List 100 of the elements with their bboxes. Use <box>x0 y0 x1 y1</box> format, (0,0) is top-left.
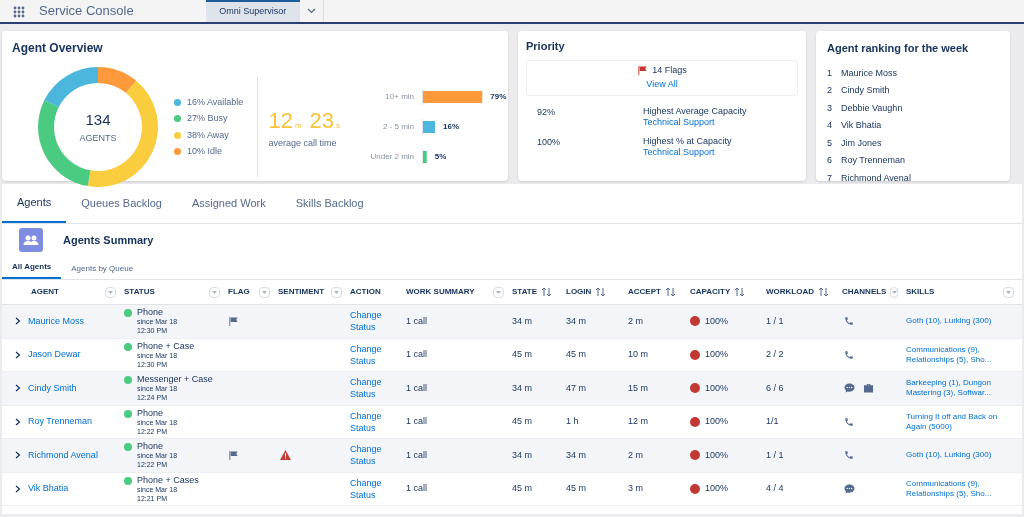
expand-chevron-icon[interactable] <box>15 317 21 326</box>
table-cell-text: 1 call <box>406 314 428 328</box>
stat-value: 92% <box>536 105 556 119</box>
rank-number: 1 <box>827 66 833 80</box>
sort-icon[interactable] <box>818 287 829 297</box>
rank-number: 7 <box>827 171 833 181</box>
table-cell-text: 1/1 <box>766 415 780 428</box>
bar <box>423 121 436 133</box>
bar-label: 2 - 5 min <box>381 121 416 133</box>
table-cell-text: 6 / 6 <box>766 381 785 395</box>
skills-link[interactable]: Goth (10), Lurking (300) <box>906 450 1022 461</box>
column-header: WORK SUMMARY <box>406 286 475 298</box>
expand-chevron-icon[interactable] <box>15 451 21 460</box>
app-title: Service Console <box>39 2 134 21</box>
sort-icon[interactable] <box>664 287 676 297</box>
table-cell-text: 34 m <box>512 381 533 395</box>
online-dot-icon <box>124 476 132 485</box>
legend-dot <box>174 148 181 156</box>
status-text: Phone <box>137 441 165 452</box>
column-header: CAPACITY <box>690 286 731 298</box>
table-cell-text: 10 m <box>628 348 649 361</box>
change-status-link[interactable]: Change Status <box>350 342 390 367</box>
table-cell-text: 3 m <box>628 482 644 495</box>
expand-chevron-icon[interactable] <box>15 484 21 493</box>
sort-icon[interactable] <box>734 287 746 297</box>
skills-link[interactable]: Goth (10), Lurking (300) <box>906 316 1022 327</box>
agent-link[interactable]: Maurice Moss <box>28 314 124 328</box>
column-header: SKILLS <box>906 286 935 298</box>
agent-link[interactable]: Vik Bhatia <box>28 482 124 496</box>
table-cell-text: 1 / 1 <box>766 314 785 328</box>
stat-label: Highest % at Capacity <box>643 135 732 147</box>
chevron-down-icon <box>306 8 316 14</box>
caret-icon <box>496 290 501 294</box>
tab[interactable]: Queues Backlog <box>66 184 177 223</box>
table-cell-text: 45 m <box>512 482 533 495</box>
online-dot-icon <box>124 376 132 385</box>
legend-dot <box>174 115 181 123</box>
agent-link[interactable]: Cindy Smith <box>28 381 124 395</box>
skills-link[interactable]: Communications (9), Relationships (5), Sho... <box>906 344 1022 365</box>
agent-name: Maurice Moss <box>841 66 897 80</box>
agent-name: Cindy Smith <box>841 84 890 97</box>
skills-link[interactable]: Barkeeping (1), Dungon Mastering (3), Softwar... <box>906 378 1022 399</box>
seconds-unit: s <box>336 119 341 132</box>
capacity-value: 100% <box>705 348 729 361</box>
stat-link[interactable]: Technical Support <box>643 146 732 158</box>
status-text: Phone <box>137 407 165 418</box>
column-header: AGENT <box>31 286 59 298</box>
avg-call-time-label: average call time <box>268 136 338 150</box>
expand-chevron-icon[interactable] <box>15 350 21 359</box>
table-cell-text: 45 m <box>512 415 533 428</box>
app-launcher-icon[interactable] <box>13 6 25 18</box>
subtab[interactable]: All Agents <box>2 261 62 279</box>
table-cell-text: 45 m <box>566 482 587 495</box>
change-status-link[interactable]: Change Status <box>350 376 390 401</box>
expand-chevron-icon[interactable] <box>15 417 21 426</box>
caret-icon <box>891 290 897 294</box>
flag-icon <box>637 65 649 77</box>
bar <box>423 91 483 103</box>
legend-dot <box>174 98 181 106</box>
legend-dot <box>174 131 181 139</box>
skills-link[interactable]: Turning It off and Back on Again (5000) <box>906 411 1022 432</box>
agent-name: Debbie Vaughn <box>841 101 903 115</box>
sort-icon[interactable] <box>595 287 607 297</box>
tab[interactable]: Agents <box>2 184 67 223</box>
minutes-unit: m <box>294 119 302 132</box>
table-cell-text: 12 m <box>628 415 649 428</box>
bar-value: 79% <box>490 91 507 103</box>
online-dot-icon <box>124 443 132 452</box>
table-cell-text: 45 m <box>566 348 587 361</box>
table-cell-text: 1 call <box>406 381 428 395</box>
skills-link[interactable]: Communications (9), Relationships (5), Sho... <box>906 478 1022 499</box>
change-status-link[interactable]: Change Status <box>350 476 390 501</box>
card-title: Agent Overview <box>12 40 104 57</box>
agent-link[interactable]: Jason Dewar <box>28 348 124 362</box>
table-cell-text: 34 m <box>512 448 533 462</box>
view-all-link[interactable]: View All <box>646 77 678 91</box>
capacity-dot-icon <box>690 349 700 360</box>
tab[interactable]: Skills Backlog <box>280 184 379 223</box>
capacity-value: 100% <box>705 482 729 495</box>
agent-link[interactable]: Roy Trenneman <box>28 415 124 429</box>
capacity-value: 100% <box>705 415 729 428</box>
card-title: Priority <box>526 39 566 54</box>
agent-count-label: AGENTS <box>79 131 117 145</box>
capacity-value: 100% <box>705 448 729 462</box>
expand-chevron-icon[interactable] <box>15 384 21 393</box>
subtab[interactable]: Agents by Queue <box>61 263 144 279</box>
column-header: STATE <box>512 286 538 298</box>
flags-count: 14 Flags <box>652 64 687 77</box>
legend-label: 27% Busy <box>187 112 228 125</box>
table-cell-text: 2 / 2 <box>766 348 785 361</box>
console-tab[interactable]: Omni Supervisor <box>205 0 300 22</box>
tab[interactable]: Assigned Work <box>176 184 281 223</box>
table-cell-text: 1 call <box>406 482 428 495</box>
capacity-dot-icon <box>690 383 700 394</box>
stat-link[interactable]: Technical Support <box>643 116 747 128</box>
agent-link[interactable]: Richmond Avenal <box>28 448 124 462</box>
change-status-link[interactable]: Change Status <box>350 409 390 434</box>
change-status-link[interactable]: Change Status <box>350 309 390 334</box>
sort-icon[interactable] <box>541 287 553 297</box>
change-status-link[interactable]: Change Status <box>350 443 390 468</box>
